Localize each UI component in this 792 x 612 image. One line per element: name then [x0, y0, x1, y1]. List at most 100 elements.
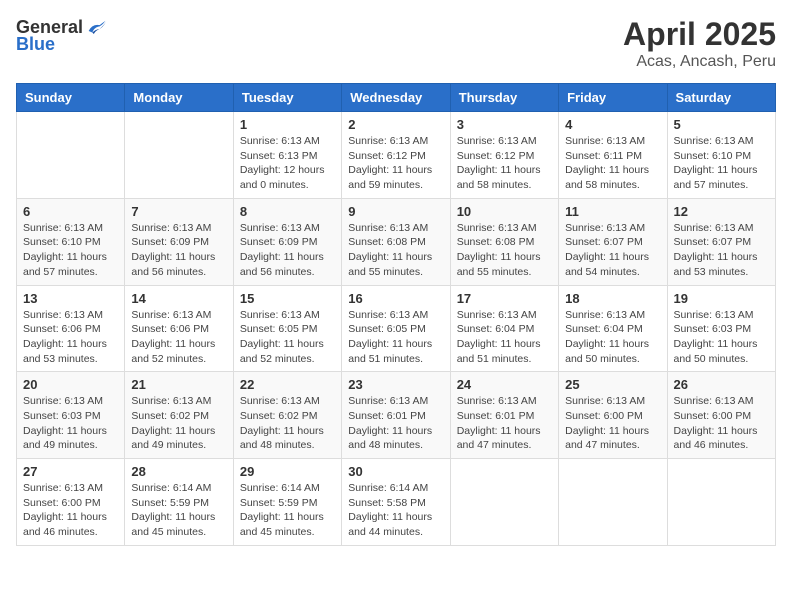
day-info: Sunrise: 6:13 AM Sunset: 6:09 PM Dayligh…	[240, 221, 335, 280]
day-number: 5	[674, 117, 769, 132]
day-number: 15	[240, 291, 335, 306]
calendar-cell: 22 Sunrise: 6:13 AM Sunset: 6:02 PM Dayli…	[233, 372, 341, 459]
calendar-cell: 1 Sunrise: 6:13 AM Sunset: 6:13 PM Daylig…	[233, 112, 341, 199]
day-info: Sunrise: 6:13 AM Sunset: 6:00 PM Dayligh…	[23, 481, 118, 540]
day-info: Sunrise: 6:14 AM Sunset: 5:59 PM Dayligh…	[240, 481, 335, 540]
day-info: Sunrise: 6:13 AM Sunset: 6:02 PM Dayligh…	[240, 394, 335, 453]
day-number: 10	[457, 204, 552, 219]
calendar-cell: 17 Sunrise: 6:13 AM Sunset: 6:04 PM Dayli…	[450, 285, 558, 372]
day-info: Sunrise: 6:13 AM Sunset: 6:04 PM Dayligh…	[457, 308, 552, 367]
logo: General Blue	[16, 16, 107, 55]
day-info: Sunrise: 6:13 AM Sunset: 6:00 PM Dayligh…	[565, 394, 660, 453]
day-info: Sunrise: 6:13 AM Sunset: 6:12 PM Dayligh…	[457, 134, 552, 193]
day-info: Sunrise: 6:13 AM Sunset: 6:06 PM Dayligh…	[23, 308, 118, 367]
day-info: Sunrise: 6:13 AM Sunset: 6:03 PM Dayligh…	[23, 394, 118, 453]
day-info: Sunrise: 6:13 AM Sunset: 6:00 PM Dayligh…	[674, 394, 769, 453]
day-number: 13	[23, 291, 118, 306]
day-info: Sunrise: 6:13 AM Sunset: 6:09 PM Dayligh…	[131, 221, 226, 280]
day-number: 23	[348, 377, 443, 392]
calendar-cell: 8 Sunrise: 6:13 AM Sunset: 6:09 PM Daylig…	[233, 198, 341, 285]
day-header-tuesday: Tuesday	[233, 84, 341, 112]
calendar-cell: 27 Sunrise: 6:13 AM Sunset: 6:00 PM Dayli…	[17, 459, 125, 546]
calendar-cell	[559, 459, 667, 546]
day-number: 3	[457, 117, 552, 132]
day-info: Sunrise: 6:13 AM Sunset: 6:06 PM Dayligh…	[131, 308, 226, 367]
day-info: Sunrise: 6:13 AM Sunset: 6:07 PM Dayligh…	[674, 221, 769, 280]
day-number: 4	[565, 117, 660, 132]
day-number: 27	[23, 464, 118, 479]
calendar-cell: 10 Sunrise: 6:13 AM Sunset: 6:08 PM Dayli…	[450, 198, 558, 285]
calendar-cell: 19 Sunrise: 6:13 AM Sunset: 6:03 PM Dayli…	[667, 285, 775, 372]
day-header-saturday: Saturday	[667, 84, 775, 112]
day-info: Sunrise: 6:13 AM Sunset: 6:03 PM Dayligh…	[674, 308, 769, 367]
calendar-cell: 11Sunrise: 6:13 AM Sunset: 6:07 PM Dayli…	[559, 198, 667, 285]
day-info: Sunrise: 6:13 AM Sunset: 6:08 PM Dayligh…	[457, 221, 552, 280]
calendar-header-row: SundayMondayTuesdayWednesdayThursdayFrid…	[17, 84, 776, 112]
calendar-cell: 13 Sunrise: 6:13 AM Sunset: 6:06 PM Dayli…	[17, 285, 125, 372]
day-header-sunday: Sunday	[17, 84, 125, 112]
day-number: 1	[240, 117, 335, 132]
calendar-week-5: 27 Sunrise: 6:13 AM Sunset: 6:00 PM Dayli…	[17, 459, 776, 546]
calendar-cell: 14Sunrise: 6:13 AM Sunset: 6:06 PM Dayli…	[125, 285, 233, 372]
day-number: 7	[131, 204, 226, 219]
calendar-cell	[667, 459, 775, 546]
day-info: Sunrise: 6:13 AM Sunset: 6:11 PM Dayligh…	[565, 134, 660, 193]
day-number: 28	[131, 464, 226, 479]
day-number: 29	[240, 464, 335, 479]
calendar-cell: 5Sunrise: 6:13 AM Sunset: 6:10 PM Daylig…	[667, 112, 775, 199]
day-header-friday: Friday	[559, 84, 667, 112]
day-number: 8	[240, 204, 335, 219]
calendar-cell: 24 Sunrise: 6:13 AM Sunset: 6:01 PM Dayli…	[450, 372, 558, 459]
calendar-subtitle: Acas, Ancash, Peru	[623, 53, 776, 71]
day-info: Sunrise: 6:13 AM Sunset: 6:08 PM Dayligh…	[348, 221, 443, 280]
calendar-week-2: 6 Sunrise: 6:13 AM Sunset: 6:10 PM Daylig…	[17, 198, 776, 285]
day-info: Sunrise: 6:14 AM Sunset: 5:58 PM Dayligh…	[348, 481, 443, 540]
day-info: Sunrise: 6:13 AM Sunset: 6:07 PM Dayligh…	[565, 221, 660, 280]
calendar-cell	[125, 112, 233, 199]
day-number: 26	[674, 377, 769, 392]
calendar-cell	[450, 459, 558, 546]
day-header-monday: Monday	[125, 84, 233, 112]
calendar-cell: 20Sunrise: 6:13 AM Sunset: 6:03 PM Dayli…	[17, 372, 125, 459]
calendar-cell: 21 Sunrise: 6:13 AM Sunset: 6:02 PM Dayli…	[125, 372, 233, 459]
logo-bird-icon	[85, 16, 107, 38]
calendar-cell: 28 Sunrise: 6:14 AM Sunset: 5:59 PM Dayli…	[125, 459, 233, 546]
calendar-cell: 15 Sunrise: 6:13 AM Sunset: 6:05 PM Dayli…	[233, 285, 341, 372]
calendar-week-3: 13 Sunrise: 6:13 AM Sunset: 6:06 PM Dayli…	[17, 285, 776, 372]
day-number: 18	[565, 291, 660, 306]
calendar-cell: 4 Sunrise: 6:13 AM Sunset: 6:11 PM Daylig…	[559, 112, 667, 199]
day-number: 17	[457, 291, 552, 306]
day-header-thursday: Thursday	[450, 84, 558, 112]
calendar-cell: 2 Sunrise: 6:13 AM Sunset: 6:12 PM Daylig…	[342, 112, 450, 199]
day-info: Sunrise: 6:13 AM Sunset: 6:10 PM Dayligh…	[23, 221, 118, 280]
calendar-cell: 23Sunrise: 6:13 AM Sunset: 6:01 PM Dayli…	[342, 372, 450, 459]
calendar-cell: 9 Sunrise: 6:13 AM Sunset: 6:08 PM Daylig…	[342, 198, 450, 285]
calendar-cell: 3 Sunrise: 6:13 AM Sunset: 6:12 PM Daylig…	[450, 112, 558, 199]
day-info: Sunrise: 6:13 AM Sunset: 6:01 PM Dayligh…	[457, 394, 552, 453]
day-info: Sunrise: 6:13 AM Sunset: 6:04 PM Dayligh…	[565, 308, 660, 367]
day-info: Sunrise: 6:13 AM Sunset: 6:13 PM Dayligh…	[240, 134, 335, 193]
day-info: Sunrise: 6:13 AM Sunset: 6:02 PM Dayligh…	[131, 394, 226, 453]
day-number: 16	[348, 291, 443, 306]
calendar-cell: 26 Sunrise: 6:13 AM Sunset: 6:00 PM Dayli…	[667, 372, 775, 459]
day-number: 12	[674, 204, 769, 219]
day-number: 25	[565, 377, 660, 392]
day-info: Sunrise: 6:13 AM Sunset: 6:12 PM Dayligh…	[348, 134, 443, 193]
calendar-cell: 16Sunrise: 6:13 AM Sunset: 6:05 PM Dayli…	[342, 285, 450, 372]
day-number: 19	[674, 291, 769, 306]
day-info: Sunrise: 6:13 AM Sunset: 6:05 PM Dayligh…	[240, 308, 335, 367]
day-header-wednesday: Wednesday	[342, 84, 450, 112]
calendar-cell: 29 Sunrise: 6:14 AM Sunset: 5:59 PM Dayli…	[233, 459, 341, 546]
calendar-cell: 12 Sunrise: 6:13 AM Sunset: 6:07 PM Dayli…	[667, 198, 775, 285]
day-number: 22	[240, 377, 335, 392]
day-number: 6	[23, 204, 118, 219]
title-block: April 2025 Acas, Ancash, Peru	[623, 16, 776, 71]
day-number: 24	[457, 377, 552, 392]
day-number: 21	[131, 377, 226, 392]
day-info: Sunrise: 6:14 AM Sunset: 5:59 PM Dayligh…	[131, 481, 226, 540]
calendar-table: SundayMondayTuesdayWednesdayThursdayFrid…	[16, 83, 776, 546]
calendar-title: April 2025	[623, 16, 776, 53]
day-number: 30	[348, 464, 443, 479]
day-number: 9	[348, 204, 443, 219]
day-number: 2	[348, 117, 443, 132]
